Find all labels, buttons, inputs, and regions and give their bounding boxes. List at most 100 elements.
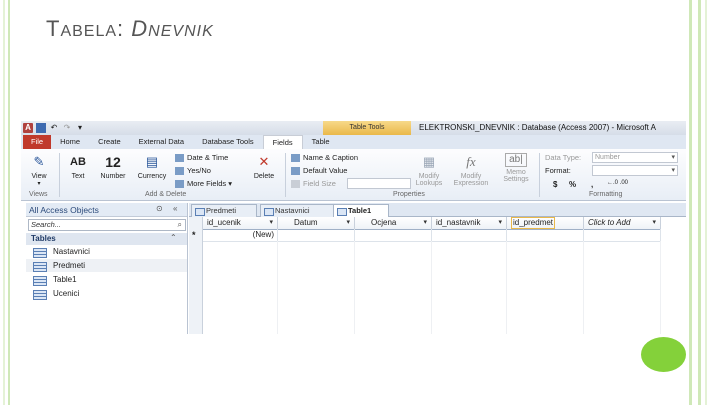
chevron-down-icon: ▾ (671, 167, 675, 174)
ribbon-tabs: File Home Create External Data Database … (21, 134, 686, 150)
tab-external-data[interactable]: External Data (130, 135, 193, 149)
currency-field-button[interactable]: ▤ Currency (133, 153, 171, 180)
date-time-label: Date & Time (187, 153, 229, 162)
calendar-icon (175, 154, 184, 163)
table-icon (195, 208, 205, 216)
tab-database-tools[interactable]: Database Tools (193, 135, 263, 149)
more-fields-button[interactable]: More Fields ▾ (175, 179, 232, 189)
record-selector-column[interactable]: * (189, 217, 203, 334)
title-colon: : (117, 16, 132, 41)
column-header-label: Click to Add (588, 218, 631, 227)
modify-lookups-label2: Lookups (415, 180, 443, 187)
modify-lookups-icon: ▦ (422, 154, 436, 169)
slide-border-right (689, 0, 720, 405)
increase-decimals-button[interactable]: ←.0 .00 (607, 180, 628, 186)
chevron-down-icon[interactable]: ⊙ (156, 204, 163, 213)
tab-home[interactable]: Home (51, 135, 89, 149)
memo-settings-label2: Settings (503, 176, 529, 183)
name-caption-button[interactable]: Name & Caption (291, 153, 358, 163)
nav-pane-header[interactable]: All Access Objects ⊙ « (26, 203, 187, 217)
customize-qat-icon[interactable]: ▾ (75, 123, 85, 133)
data-type-value: Number (595, 154, 620, 161)
nav-item-ucenici[interactable]: Ucenici (26, 287, 187, 300)
access-screenshot: A ↶ ↷ ▾ Table Tools ELEKTRONSKI_DNEVNIK … (21, 121, 686, 334)
modify-lookups-button[interactable]: ▦ Modify Lookups (411, 153, 447, 187)
table-cell[interactable] (507, 229, 584, 242)
yes-no-label: Yes/No (187, 166, 211, 175)
date-time-button[interactable]: Date & Time (175, 153, 229, 163)
nav-item-table1[interactable]: Table1 (26, 273, 187, 286)
redo-icon[interactable]: ↷ (62, 123, 72, 133)
text-field-button[interactable]: AB Text (67, 153, 89, 180)
currency-format-button[interactable]: $ (553, 180, 557, 189)
number-field-button[interactable]: 12 Number (97, 153, 129, 180)
nav-item-predmeti[interactable]: Predmeti (26, 259, 187, 272)
grid-divider (277, 241, 278, 334)
nav-group-tables[interactable]: Tables ⌃ (26, 233, 187, 245)
grid-divider (506, 241, 507, 334)
table-cell[interactable] (355, 229, 432, 242)
tab-create[interactable]: Create (89, 135, 130, 149)
memo-settings-button[interactable]: ab| Memo Settings (497, 153, 535, 183)
chevron-down-icon[interactable]: ▾ (269, 217, 273, 229)
comma-format-button[interactable]: , (591, 180, 593, 189)
modify-expression-button[interactable]: fx Modify Expression (449, 153, 493, 187)
memo-settings-label1: Memo (506, 169, 526, 176)
grid-divider (660, 241, 661, 334)
doc-tab-label: Table1 (348, 206, 372, 215)
memo-icon: ab| (505, 153, 527, 167)
view-button[interactable]: ✎ View ▾ (25, 153, 53, 187)
tab-file[interactable]: File (23, 135, 52, 149)
access-app-icon[interactable]: A (23, 123, 33, 133)
table-icon (264, 208, 274, 216)
new-record-cell[interactable]: (New) (203, 229, 278, 242)
collapse-pane-icon[interactable]: « (173, 204, 177, 213)
field-size-text: Field Size (303, 179, 336, 188)
tab-table[interactable]: Table (303, 135, 339, 149)
nav-item-label: Ucenici (53, 289, 80, 298)
undo-icon[interactable]: ↶ (49, 123, 59, 133)
yes-no-button[interactable]: Yes/No (175, 166, 211, 176)
title-rest1: ABELA (60, 23, 118, 40)
doc-tab-nastavnici[interactable]: Nastavnici (260, 204, 334, 217)
doc-tab-predmeti[interactable]: Predmeti (191, 204, 257, 217)
chevron-down-icon[interactable]: ▾ (423, 217, 427, 229)
table-cell[interactable] (584, 229, 661, 242)
nav-search-placeholder: Search... (31, 220, 62, 229)
decorative-green-circle (641, 337, 686, 372)
text-field-icon: AB (70, 156, 86, 168)
table-icon (337, 208, 347, 216)
default-value-button[interactable]: Default Value (291, 166, 347, 176)
data-type-label: Data Type: (545, 153, 582, 162)
nav-search-input[interactable]: Search... ⌕ (28, 219, 186, 231)
data-type-dropdown[interactable]: Number ▾ (592, 152, 678, 163)
tab-fields[interactable]: Fields (262, 134, 303, 150)
save-icon[interactable] (36, 123, 46, 133)
doc-tab-table1[interactable]: Table1 (333, 204, 389, 217)
window-title: ELEKTRONSKI_DNEVNIK : Database (Access 2… (419, 123, 656, 132)
group-divider (59, 153, 60, 197)
field-size-input[interactable] (347, 178, 411, 189)
delete-field-button[interactable]: ✕ Delete (249, 153, 279, 180)
default-value-icon (291, 167, 300, 176)
percent-format-button[interactable]: % (569, 180, 576, 189)
fx-icon: fx (466, 154, 476, 169)
slide-title: TABELA: DNEVNIK (46, 16, 214, 42)
views-group-label: Views (29, 191, 48, 198)
chevron-down-icon[interactable]: ▾ (498, 217, 502, 229)
nav-item-label: Nastavnici (53, 247, 90, 256)
chevron-down-icon[interactable]: ▾ (346, 217, 350, 229)
more-fields-label: More Fields (187, 179, 227, 188)
group-divider (539, 153, 540, 197)
table-cell[interactable] (432, 229, 507, 242)
table-tools-context-tab: Table Tools (323, 121, 411, 135)
chevron-down-icon[interactable]: ▾ (652, 217, 656, 229)
nav-item-nastavnici[interactable]: Nastavnici (26, 245, 187, 258)
table-cell[interactable] (278, 229, 355, 242)
chevron-down-icon: ▾ (671, 154, 675, 161)
slide-border-left (0, 0, 10, 405)
column-header-label[interactable]: id_predmet (511, 217, 556, 229)
delete-icon: ✕ (258, 154, 270, 169)
properties-group-label: Properties (393, 191, 425, 198)
format-dropdown[interactable]: ▾ (592, 165, 678, 176)
